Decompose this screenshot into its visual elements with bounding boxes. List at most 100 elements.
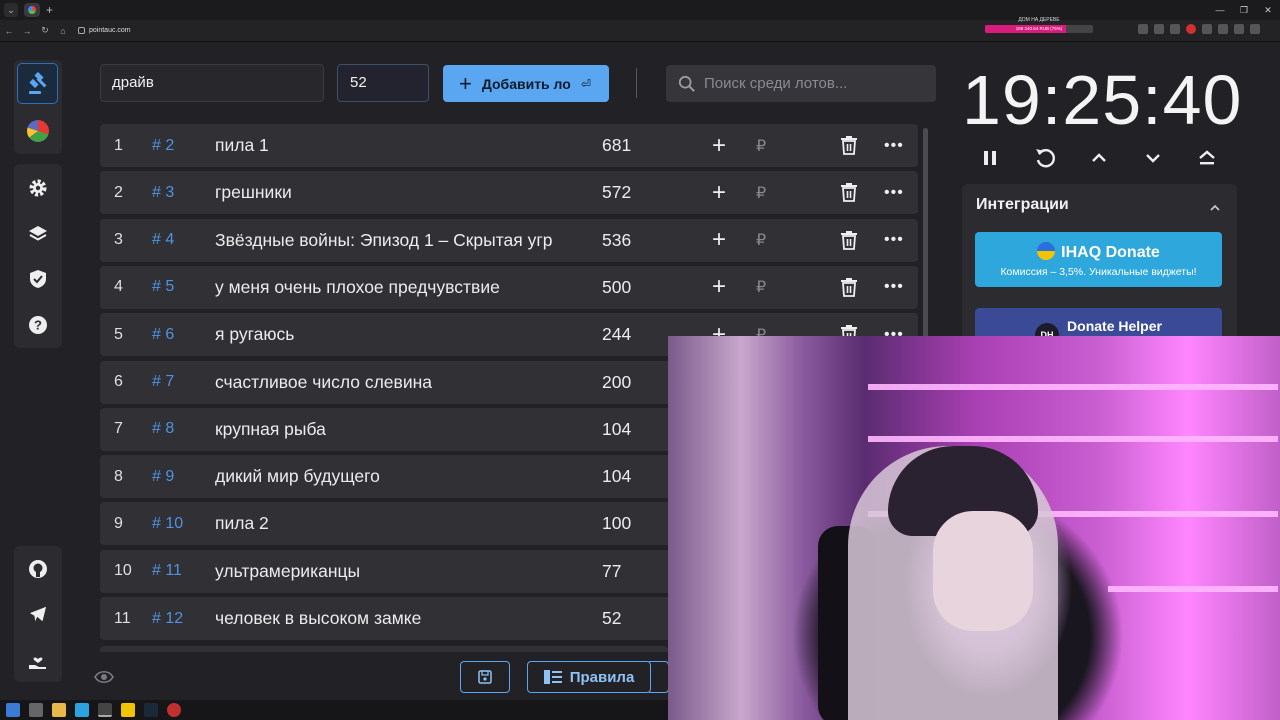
currency-icon[interactable]: ₽ bbox=[756, 136, 766, 156]
pause-button[interactable] bbox=[977, 145, 1003, 171]
file-explorer-icon[interactable] bbox=[52, 703, 66, 717]
browser-taskbar-icon[interactable] bbox=[98, 703, 112, 717]
more-options-icon[interactable]: ••• bbox=[884, 278, 904, 296]
start-icon[interactable] bbox=[6, 703, 20, 717]
lot-amount: 104 bbox=[602, 466, 632, 487]
visibility-toggle[interactable] bbox=[94, 670, 114, 689]
forward-icon[interactable]: → bbox=[18, 26, 36, 36]
double-time-button[interactable] bbox=[1194, 145, 1220, 171]
lot-name[interactable]: счастливое число слевина bbox=[215, 372, 562, 393]
add-amount-icon[interactable]: + bbox=[712, 275, 726, 299]
lot-amount: 244 bbox=[602, 324, 632, 345]
menu-dots-icon[interactable] bbox=[1250, 24, 1260, 34]
rules-button[interactable]: Правила bbox=[527, 661, 651, 693]
chevron-down-icon bbox=[1146, 154, 1160, 163]
lot-name[interactable]: крупная рыба bbox=[215, 419, 562, 440]
rules-dropdown-button[interactable] bbox=[649, 661, 669, 693]
add-time-button[interactable] bbox=[1086, 145, 1112, 171]
more-options-icon[interactable]: ••• bbox=[884, 184, 904, 202]
ihaq-donate-button[interactable]: IHAQ Donate Комиссия – 3,5%. Уникальные … bbox=[975, 232, 1222, 287]
url-field[interactable]: pointauc.com bbox=[78, 27, 131, 34]
add-amount-icon[interactable]: + bbox=[712, 228, 726, 252]
lot-name[interactable]: человек в высоком замке bbox=[215, 608, 562, 629]
site-info-icon[interactable] bbox=[78, 27, 85, 34]
lot-amount: 52 bbox=[602, 608, 622, 628]
add-lot-button[interactable]: + Добавить ло ⏎ bbox=[443, 65, 609, 102]
profile-avatar[interactable] bbox=[1234, 24, 1244, 34]
ihaq-donate-name: IHAQ Donate bbox=[1061, 244, 1160, 261]
currency-icon[interactable]: ₽ bbox=[756, 230, 766, 250]
app-taskbar-icon[interactable] bbox=[121, 703, 135, 717]
more-options-icon[interactable]: ••• bbox=[884, 231, 904, 249]
sidebar-item-settings[interactable] bbox=[17, 167, 58, 208]
maximize-icon[interactable]: ❐ bbox=[1232, 0, 1256, 20]
lot-search-input[interactable]: Поиск среди лотов... bbox=[666, 65, 936, 102]
sidebar-item-telegram[interactable] bbox=[17, 593, 58, 634]
lot-name[interactable]: пила 1 bbox=[215, 135, 562, 156]
sidebar-item-integrations[interactable] bbox=[17, 213, 58, 254]
tab-list-icon[interactable]: ⌄ bbox=[4, 3, 18, 17]
record-icon[interactable] bbox=[1186, 24, 1196, 34]
steam-taskbar-icon[interactable] bbox=[144, 703, 158, 717]
sidebar-item-wheel[interactable] bbox=[17, 110, 58, 151]
lot-name[interactable]: я ругаюсь bbox=[215, 324, 562, 345]
downloads-icon[interactable] bbox=[1218, 24, 1228, 34]
lot-name[interactable]: у меня очень плохое предчувствие bbox=[215, 277, 562, 298]
lot-name[interactable]: дикий мир будущего bbox=[215, 466, 562, 487]
zoom-icon[interactable] bbox=[1154, 24, 1164, 34]
integrations-panel: Интеграции IHAQ Donate Комиссия – 3,5%. … bbox=[962, 184, 1237, 347]
lot-amount: 536 bbox=[602, 229, 632, 250]
lots-table-partial-row bbox=[100, 646, 668, 652]
auction-timer: 19:25:40 bbox=[962, 61, 1243, 139]
trash-icon[interactable] bbox=[840, 230, 858, 255]
lot-row[interactable]: 3 # 4 Звёздные войны: Эпизод 1 – Скрытая у… bbox=[100, 218, 918, 262]
lot-index: 8 bbox=[114, 467, 123, 485]
sidebar-item-help[interactable]: ? bbox=[17, 304, 58, 345]
help-icon: ? bbox=[28, 315, 47, 334]
new-tab-icon[interactable]: + bbox=[46, 3, 53, 17]
extension-progress-text: 158 240.54 RUB (75%) bbox=[1015, 26, 1063, 31]
os-taskbar bbox=[0, 700, 668, 720]
lot-name[interactable]: ультрамериканцы bbox=[215, 561, 562, 582]
bookmark-star-icon[interactable] bbox=[1170, 24, 1180, 34]
obs-taskbar-icon[interactable] bbox=[167, 703, 181, 717]
lot-name[interactable]: пила 2 bbox=[215, 513, 562, 534]
more-options-icon[interactable]: ••• bbox=[884, 137, 904, 155]
hand-heart-icon bbox=[28, 656, 46, 669]
telegram-taskbar-icon[interactable] bbox=[75, 703, 89, 717]
trash-icon[interactable] bbox=[840, 183, 858, 207]
taskbar-search-icon[interactable] bbox=[29, 703, 43, 717]
close-window-icon[interactable]: ✕ bbox=[1256, 0, 1280, 20]
currency-icon[interactable]: ₽ bbox=[756, 183, 766, 203]
currency-icon[interactable]: ₽ bbox=[756, 277, 766, 297]
browser-tab[interactable] bbox=[24, 3, 40, 17]
lot-row[interactable]: 2 # 3 грешники 572 + ₽ ••• bbox=[100, 171, 918, 215]
lot-row[interactable]: 1 # 2 пила 1 681 + ₽ ••• bbox=[100, 124, 918, 167]
add-amount-icon[interactable]: + bbox=[712, 133, 726, 157]
lots-scrollbar[interactable] bbox=[923, 128, 928, 348]
reset-timer-button[interactable] bbox=[1032, 145, 1058, 171]
trash-icon[interactable] bbox=[840, 277, 858, 302]
puzzle-icon[interactable] bbox=[1202, 24, 1212, 34]
trash-icon[interactable] bbox=[840, 136, 858, 160]
collapse-integrations-button[interactable] bbox=[1209, 200, 1221, 218]
lot-name[interactable]: грешники bbox=[215, 182, 562, 203]
add-amount-icon[interactable]: + bbox=[712, 180, 726, 204]
sidebar-item-auction[interactable] bbox=[17, 63, 58, 104]
subtract-time-button[interactable] bbox=[1140, 145, 1166, 171]
lot-name[interactable]: Звёздные войны: Эпизод 1 – Скрытая угр bbox=[215, 230, 562, 251]
home-icon[interactable]: ⌂ bbox=[54, 26, 72, 36]
sidebar-item-donate[interactable] bbox=[17, 639, 58, 680]
back-icon[interactable]: ← bbox=[0, 26, 18, 36]
lot-amount-input[interactable]: 52 bbox=[337, 64, 429, 102]
toolbar-divider bbox=[636, 68, 637, 98]
lot-row[interactable]: 4 # 5 у меня очень плохое предчувствие 500 +… bbox=[100, 265, 918, 309]
extension-icon[interactable] bbox=[1138, 24, 1148, 34]
sidebar-item-github[interactable] bbox=[17, 548, 58, 589]
lot-name-input[interactable]: драйв bbox=[100, 64, 324, 102]
sidebar-item-moderation[interactable] bbox=[17, 258, 58, 299]
minimize-icon[interactable]: — bbox=[1208, 0, 1232, 20]
save-button[interactable] bbox=[460, 661, 510, 693]
webcam-shelf bbox=[868, 436, 1278, 442]
reload-icon[interactable]: ↻ bbox=[36, 25, 54, 36]
